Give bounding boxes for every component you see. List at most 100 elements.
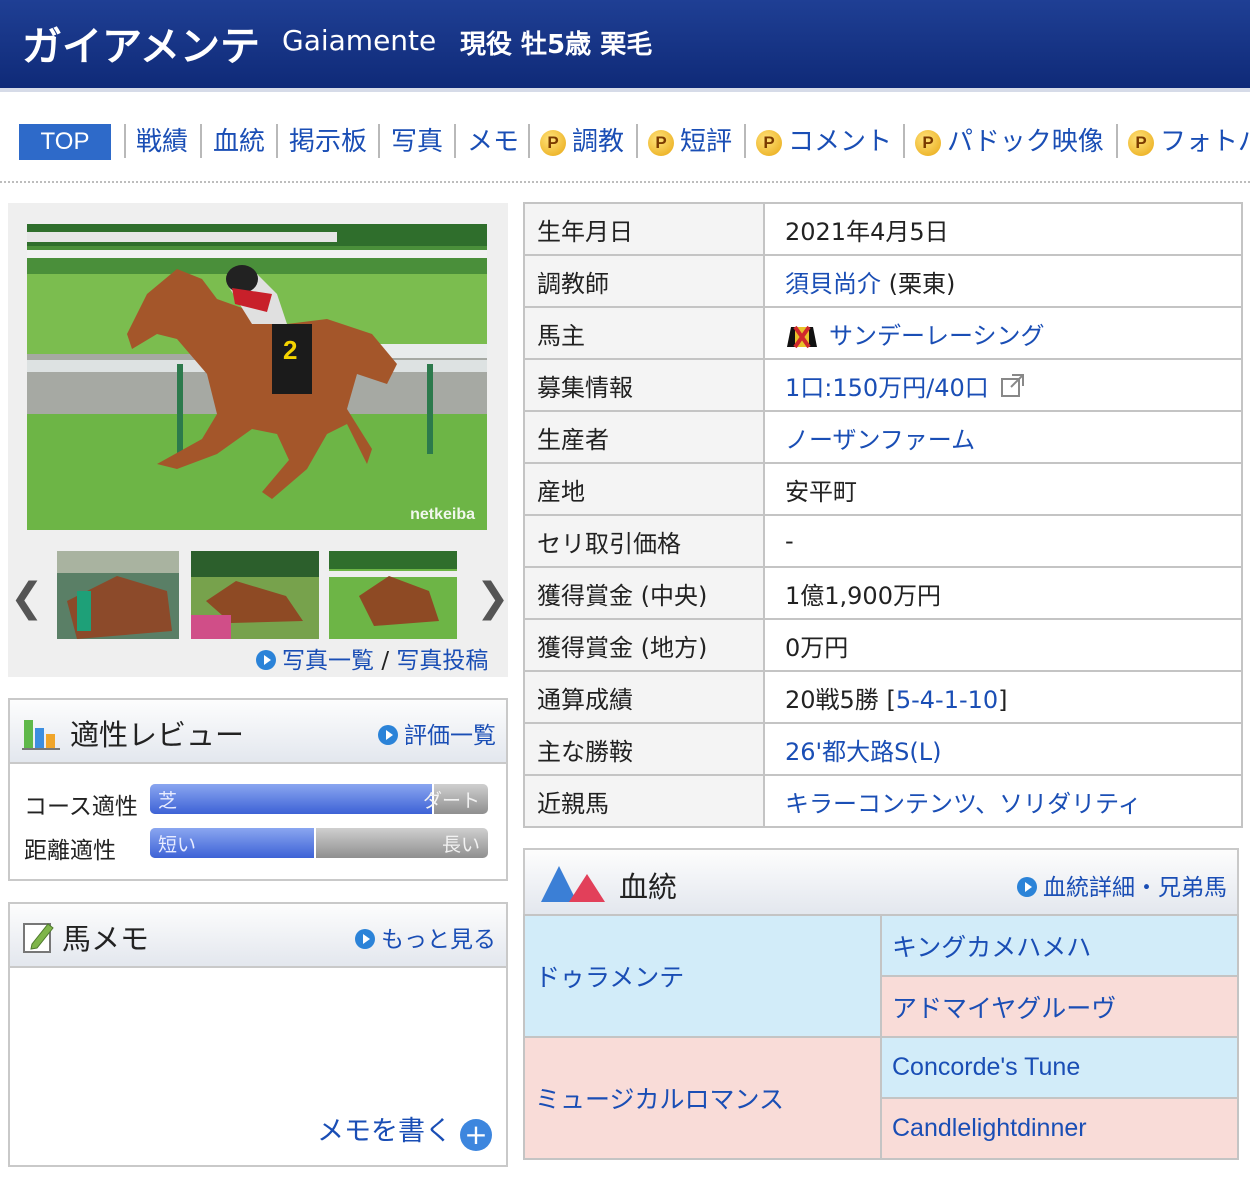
- sire-sire-cell[interactable]: キングカメハメハ: [880, 914, 1239, 977]
- table-row: ドゥラメンテ キングカメハメハ: [523, 914, 1239, 1038]
- owner-label: 馬主: [523, 306, 765, 360]
- tab-divider: [528, 124, 530, 158]
- table-row: 調教師 須貝尚介 (栗東): [523, 254, 1243, 308]
- horse-name: ガイアメンテ: [22, 24, 260, 70]
- tab-results[interactable]: 戦績: [136, 122, 188, 162]
- table-row: 馬主 サンデーレーシング: [523, 306, 1243, 360]
- tab-comment[interactable]: P コメント: [756, 122, 892, 162]
- major-win-link[interactable]: 26'都大路S(L): [785, 738, 941, 766]
- prize-local-label: 獲得賞金 (地方): [523, 618, 765, 672]
- distance-left-label: 短い: [158, 834, 197, 856]
- write-memo-button[interactable]: メモを書く +: [317, 1109, 492, 1151]
- dam-dam-cell[interactable]: Candlelightdinner: [880, 1097, 1239, 1160]
- offer-label: 募集情報: [523, 358, 765, 412]
- tab-memo[interactable]: メモ: [467, 122, 519, 162]
- photo-thumbnail[interactable]: [191, 551, 319, 639]
- tab-divider: [744, 124, 746, 158]
- link-separator: /: [381, 648, 390, 674]
- prize-central-label: 獲得賞金 (中央): [523, 566, 765, 620]
- horse-status: 現役 牡5歳 栗毛: [460, 30, 653, 60]
- premium-icon: P: [756, 130, 782, 156]
- birth-label: 生年月日: [523, 202, 765, 256]
- arrow-circle-icon: [355, 929, 375, 949]
- more-memo-link[interactable]: もっと見る: [355, 920, 496, 954]
- offer-link[interactable]: 1口:150万円/40口: [785, 374, 989, 402]
- aptitude-review-header: 適性レビュー 評価一覧: [10, 700, 506, 764]
- tab-paddock-video[interactable]: P パドック映像: [915, 122, 1104, 162]
- aptitude-review-title: 適性レビュー: [70, 718, 245, 752]
- svg-text:2: 2: [283, 335, 297, 365]
- horse-english-name: Gaiamente: [282, 24, 437, 57]
- tab-pedigree[interactable]: 血統: [213, 122, 265, 162]
- pedigree-table: ドゥラメンテ キングカメハメハ アドマイヤグルーヴ ミュージカルロマンス Con…: [523, 914, 1239, 1160]
- auction-label: セリ取引価格: [523, 514, 765, 568]
- table-row: 通算成績 20戦5勝 [5-4-1-10]: [523, 670, 1243, 724]
- arrow-circle-icon: [256, 650, 276, 670]
- record-detail-link[interactable]: 5-4-1-10: [896, 686, 998, 714]
- pedigree-title: 血統: [619, 870, 678, 904]
- owner-link[interactable]: サンデーレーシング: [829, 322, 1045, 350]
- photo-list-link[interactable]: 写真一覧: [282, 648, 374, 674]
- tab-top[interactable]: TOP: [19, 124, 111, 160]
- major-win-label: 主な勝鞍: [523, 722, 765, 776]
- tab-divider: [276, 124, 278, 158]
- photo-thumbnail[interactable]: [329, 551, 457, 639]
- write-memo-label: メモを書く: [317, 1116, 452, 1147]
- table-row: 獲得賞金 (地方) 0万円: [523, 618, 1243, 672]
- prev-photo-arrow[interactable]: ❮: [10, 575, 44, 621]
- sire-dam-name: アドマイヤグルーヴ: [892, 993, 1117, 1023]
- evaluation-list-link[interactable]: 評価一覧: [378, 716, 496, 750]
- table-row: ミュージカルロマンス Concorde's Tune: [523, 1036, 1239, 1160]
- main-horse-photo[interactable]: 2 netkeiba: [27, 224, 487, 530]
- dam-sire-cell[interactable]: Concorde's Tune: [880, 1036, 1239, 1099]
- nav-divider: [0, 181, 1250, 183]
- more-memo-label: もっと見る: [381, 927, 496, 953]
- premium-icon: P: [915, 130, 941, 156]
- table-row: 生産者 ノーザンファーム: [523, 410, 1243, 464]
- photo-thumbnail[interactable]: [57, 551, 179, 639]
- tab-divider: [903, 124, 905, 158]
- arrow-circle-icon: [1017, 877, 1037, 897]
- premium-icon: P: [1128, 130, 1154, 156]
- pedigree-detail-label: 血統詳細・兄弟馬: [1043, 875, 1227, 901]
- tab-photos[interactable]: 写真: [391, 122, 443, 162]
- tab-label: パドック映像: [947, 127, 1104, 157]
- relatives-label: 近親馬: [523, 774, 765, 828]
- photo-gallery: 2 netkeiba ❮ ❯ 写真一覧 / 写真投稿: [8, 203, 510, 677]
- table-row: 主な勝鞍 26'都大路S(L): [523, 722, 1243, 776]
- dam-sire-name: Concorde's Tune: [892, 1053, 1081, 1081]
- relatives-link[interactable]: キラーコンテンツ、ソリダリティ: [785, 790, 1142, 818]
- breeder-link[interactable]: ノーザンファーム: [785, 426, 975, 454]
- trainer-link[interactable]: 須貝尚介: [785, 270, 881, 298]
- birth-value: 2021年4月5日: [763, 202, 1243, 256]
- pedigree-detail-link[interactable]: 血統詳細・兄弟馬: [1017, 868, 1227, 902]
- offer-cell: 1口:150万円/40口: [763, 358, 1243, 412]
- tab-divider: [124, 124, 126, 158]
- sire-cell[interactable]: ドゥラメンテ: [523, 914, 882, 1038]
- horse-memo-title: 馬メモ: [62, 922, 150, 956]
- course-left-label: 芝: [158, 790, 178, 812]
- course-aptitude-bar: 芝 ダート: [150, 784, 488, 814]
- course-aptitude-label: コース適性: [24, 794, 138, 820]
- trainer-cell: 須貝尚介 (栗東): [763, 254, 1243, 308]
- record-label: 通算成績: [523, 670, 765, 724]
- origin-label: 産地: [523, 462, 765, 516]
- sire-dam-cell[interactable]: アドマイヤグルーヴ: [880, 975, 1239, 1038]
- origin-value: 安平町: [763, 462, 1243, 516]
- tab-short-review[interactable]: P 短評: [648, 122, 732, 162]
- breeder-label: 生産者: [523, 410, 765, 464]
- distance-aptitude-label: 距離適性: [24, 838, 116, 864]
- trainer-stable: (栗東): [888, 269, 956, 298]
- tab-board[interactable]: 掲示板: [289, 122, 367, 162]
- photo-links: 写真一覧 / 写真投稿: [256, 641, 488, 675]
- horse-memo-header: 馬メモ もっと見る: [10, 904, 506, 968]
- next-photo-arrow[interactable]: ❯: [476, 575, 510, 621]
- dam-cell[interactable]: ミュージカルロマンス: [523, 1036, 882, 1160]
- tab-photo-pad[interactable]: Pフォトパ: [1128, 122, 1250, 162]
- relatives-cell: キラーコンテンツ、ソリダリティ: [763, 774, 1243, 828]
- photo-post-link[interactable]: 写真投稿: [396, 648, 488, 674]
- tab-training[interactable]: P 調教: [540, 122, 624, 162]
- bar-chart-icon: [22, 720, 60, 750]
- tab-label: 短評: [680, 127, 733, 157]
- dam-name: ミュージカルロマンス: [535, 1085, 785, 1114]
